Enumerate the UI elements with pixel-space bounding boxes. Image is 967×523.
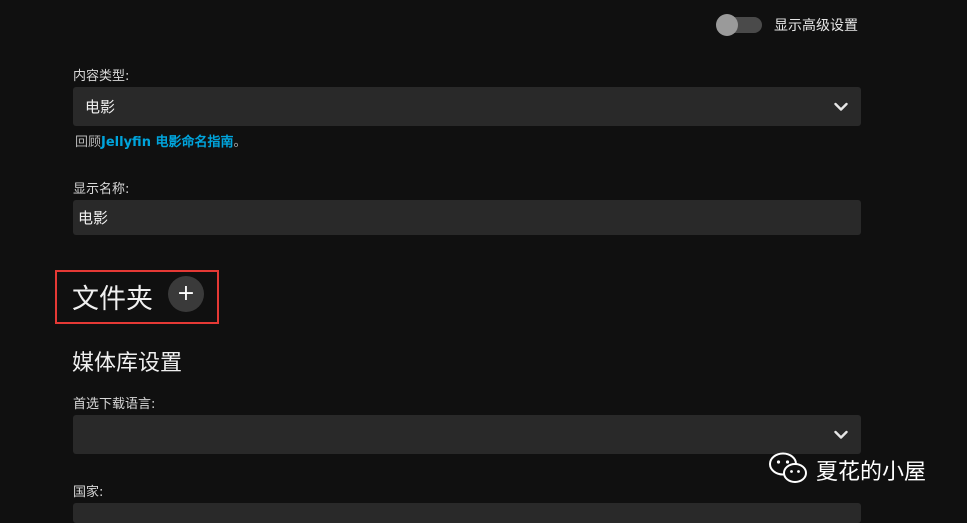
content-type-value: 电影 bbox=[85, 98, 116, 116]
country-label: 国家: bbox=[73, 485, 104, 500]
naming-guide-suffix: 。 bbox=[233, 135, 247, 150]
advanced-settings-label: 显示高级设置 bbox=[774, 18, 858, 34]
watermark: 夏花的小屋 bbox=[768, 451, 926, 489]
chevron-down-icon bbox=[833, 427, 849, 443]
naming-guide-link[interactable]: Jellyfin 电影命名指南 bbox=[101, 135, 233, 150]
display-name-value: 电影 bbox=[78, 209, 109, 227]
content-type-label: 内容类型: bbox=[73, 69, 130, 84]
wechat-icon bbox=[768, 451, 808, 489]
download-language-select[interactable] bbox=[73, 415, 861, 454]
display-name-label: 显示名称: bbox=[73, 182, 130, 197]
chevron-down-icon bbox=[833, 99, 849, 115]
advanced-settings-toggle[interactable]: 显示高级设置 bbox=[716, 14, 858, 36]
toggle-track[interactable] bbox=[716, 14, 762, 36]
naming-guide-hint: 回顾Jellyfin 电影命名指南。 bbox=[75, 131, 247, 150]
watermark-text: 夏花的小屋 bbox=[816, 460, 927, 485]
display-name-input[interactable]: 电影 bbox=[73, 200, 861, 235]
plus-icon: + bbox=[176, 281, 196, 306]
folders-title: 文件夹 bbox=[72, 284, 153, 315]
toggle-knob[interactable] bbox=[716, 14, 738, 36]
library-settings-title: 媒体库设置 bbox=[72, 351, 183, 376]
add-folder-button[interactable]: + bbox=[168, 276, 204, 312]
download-language-label: 首选下载语言: bbox=[73, 397, 156, 412]
country-select[interactable] bbox=[73, 503, 861, 523]
naming-guide-prefix: 回顾 bbox=[75, 135, 102, 150]
content-type-select[interactable]: 电影 bbox=[73, 87, 861, 126]
